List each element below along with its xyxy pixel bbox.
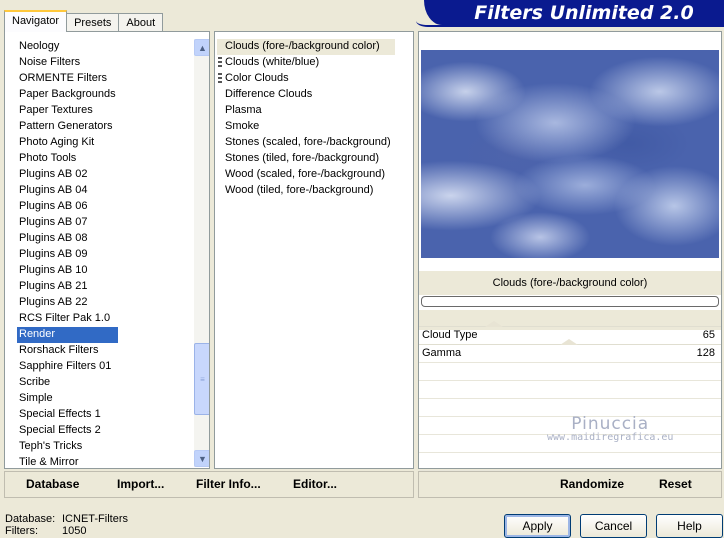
watermark-url: www.maidiregrafica.eu [547,432,674,443]
cancel-button[interactable]: Cancel [580,514,647,538]
category-item[interactable]: Plugins AB 21 [17,279,118,295]
filter-label: Plasma [225,104,262,116]
randomize-button[interactable]: Randomize [560,477,624,491]
filter-item[interactable]: Clouds (white/blue) [217,55,395,71]
category-item[interactable]: Plugins AB 02 [17,167,118,183]
slider-marker[interactable] [560,339,578,345]
filter-item[interactable]: Stones (scaled, fore-/background) [217,135,395,151]
category-scrollbar[interactable]: ▲ ≡ ▼ [194,39,209,467]
filter-item[interactable]: Plasma [217,103,395,119]
category-item[interactable]: Special Effects 2 [17,423,118,439]
bottom-toolbar-left: Database Import... Filter Info... Editor… [4,471,414,498]
editor-button[interactable]: Editor... [293,477,337,491]
filters-count-label: Filters: [5,525,38,537]
param-value: 128 [696,347,715,359]
filter-list-panel: Clouds (fore-/background color) Clouds (w… [214,31,414,469]
filter-name-box: Clouds (fore-/background color) [419,271,721,295]
status-info: Database: ICNET-Filters Filters: 1050 [5,513,128,537]
param-value: 65 [702,329,715,341]
category-item[interactable]: ORMENTE Filters [17,71,118,87]
scroll-down-icon[interactable]: ▼ [194,450,209,467]
import-button[interactable]: Import... [117,477,164,491]
empty-param-row [419,362,721,380]
param-name: Gamma [422,347,462,359]
tab-about[interactable]: About [118,13,164,32]
param-name: Cloud Type [422,329,478,341]
tab-navigator[interactable]: Navigator [4,10,68,32]
category-item[interactable]: Photo Tools [17,151,118,167]
filter-item[interactable]: Wood (scaled, fore-/background) [217,167,395,183]
category-item[interactable]: Plugins AB 08 [17,231,118,247]
filter-label: Difference Clouds [225,88,313,100]
help-button[interactable]: Help [656,514,723,538]
slider-marker[interactable] [485,321,503,327]
scroll-up-icon[interactable]: ▲ [194,39,209,56]
category-item[interactable]: Scribe [17,375,118,391]
category-item[interactable]: RCS Filter Pak 1.0 [17,311,118,327]
preview-panel: Clouds (fore-/background color) Cloud Ty… [418,31,722,471]
scroll-thumb[interactable]: ≡ [194,343,209,415]
param-gamma[interactable]: Gamma 128 [419,339,721,362]
category-list-panel: Neology Noise Filters ORMENTE Filters Paper… [4,31,210,469]
filter-label: Color Clouds [225,72,289,84]
filter-item[interactable]: Wood (tiled, fore-/background) [217,183,395,199]
tab-presets[interactable]: Presets [66,13,120,32]
filter-item[interactable]: Clouds (fore-/background color) [217,39,395,55]
filter-label: Wood (scaled, fore-/background) [225,168,385,180]
filter-label: Clouds (white/blue) [225,56,320,68]
category-item[interactable]: Plugins AB 09 [17,247,118,263]
empty-param-row [419,452,721,470]
preview-image [421,50,719,258]
app-title: Filters Unlimited 2.0 [474,1,694,24]
current-filter-name: Clouds (fore-/background color) [492,277,648,289]
app-banner: Filters Unlimited 2.0 [424,0,724,25]
database-value: ICNET-Filters [62,513,128,525]
category-item[interactable]: Plugins AB 22 [17,295,118,311]
watermark-name: Pinuccia [571,414,650,434]
filter-item[interactable]: Difference Clouds [217,87,395,103]
database-label: Database: [5,513,56,525]
category-item[interactable]: Plugins AB 07 [17,215,118,231]
filter-label: Smoke [225,120,260,132]
param-rows: Cloud Type 65 Gamma 128 [419,321,721,488]
category-item[interactable]: Pattern Generators [17,119,118,135]
filter-label: Clouds (fore-/background color) [225,40,380,52]
reset-button[interactable]: Reset [659,477,692,491]
category-item[interactable]: Sapphire Filters 01 [17,359,118,375]
category-item[interactable]: Plugins AB 04 [17,183,118,199]
category-item[interactable]: Photo Aging Kit [17,135,118,151]
category-item[interactable]: Paper Backgrounds [17,87,118,103]
category-item[interactable]: Special Effects 1 [17,407,118,423]
category-item[interactable]: Tile & Mirror [17,455,118,468]
filter-item[interactable]: Color Clouds [217,71,395,87]
category-item[interactable]: Rorshack Filters [17,343,118,359]
category-item[interactable]: Noise Filters [17,55,118,71]
watermark: Pinuccia www.maidiregrafica.eu [547,414,673,443]
filter-marker-icon [218,57,222,68]
category-item[interactable]: Plugins AB 06 [17,199,118,215]
filter-info-button[interactable]: Filter Info... [196,477,261,491]
category-item[interactable]: Render [17,327,118,343]
progress-bar [421,296,719,307]
category-item[interactable]: Plugins AB 10 [17,263,118,279]
filter-label: Stones (tiled, fore-/background) [225,152,380,164]
database-button[interactable]: Database [26,477,79,491]
filters-count-value: 1050 [62,525,87,537]
filter-marker-icon [218,73,222,84]
bottom-toolbar-right: Randomize Reset [418,471,722,498]
filter-item[interactable]: Stones (tiled, fore-/background) [217,151,395,167]
filter-list: Clouds (fore-/background color) Clouds (w… [217,39,395,199]
category-item[interactable]: Neology [17,39,118,55]
filter-label: Wood (tiled, fore-/background) [225,184,374,196]
apply-button[interactable]: Apply [504,514,571,538]
category-item[interactable]: Teph's Tricks [17,439,118,455]
category-item[interactable]: Paper Textures [17,103,118,119]
tab-bar: Navigator Presets About [4,10,164,32]
filter-label: Stones (scaled, fore-/background) [225,136,391,148]
category-item[interactable]: Simple [17,391,118,407]
category-list: Neology Noise Filters ORMENTE Filters Paper… [17,39,118,468]
filter-item[interactable]: Smoke [217,119,395,135]
empty-param-row [419,380,721,398]
